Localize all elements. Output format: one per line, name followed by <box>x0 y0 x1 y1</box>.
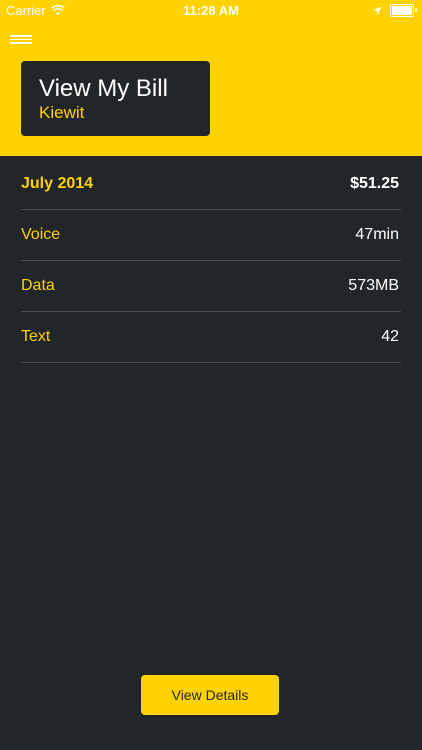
status-icons <box>372 4 417 17</box>
bill-total-value: $51.25 <box>350 175 399 192</box>
text-value: 42 <box>381 328 399 345</box>
title-card: View My Bill Kiewit <box>21 61 210 136</box>
hamburger-icon[interactable] <box>10 35 32 47</box>
battery-icon <box>390 4 417 17</box>
status-time: 11:28 AM <box>183 3 239 18</box>
voice-value: 47min <box>355 226 399 243</box>
location-arrow-icon <box>372 6 382 15</box>
view-details-button[interactable]: View Details <box>141 675 279 715</box>
voice-usage-row: Voice 47min <box>21 210 401 261</box>
account-name: Kiewit <box>39 103 85 122</box>
data-label: Data <box>21 277 55 294</box>
app-header: Carrier 11:28 AM View My Bill Kiewit <box>0 0 422 156</box>
bill-summary-list: July 2014 $51.25 Voice 47min Data 573MB … <box>21 159 401 363</box>
data-usage-row: Data 573MB <box>21 261 401 312</box>
billing-period-label: July 2014 <box>21 175 94 192</box>
page-title: View My Bill <box>39 75 168 102</box>
text-label: Text <box>21 328 51 345</box>
status-bar: Carrier 11:28 AM <box>0 0 422 22</box>
voice-label: Voice <box>21 226 61 243</box>
data-value: 573MB <box>348 277 399 294</box>
billing-period-row: July 2014 $51.25 <box>21 159 401 210</box>
text-usage-row: Text 42 <box>21 312 401 363</box>
